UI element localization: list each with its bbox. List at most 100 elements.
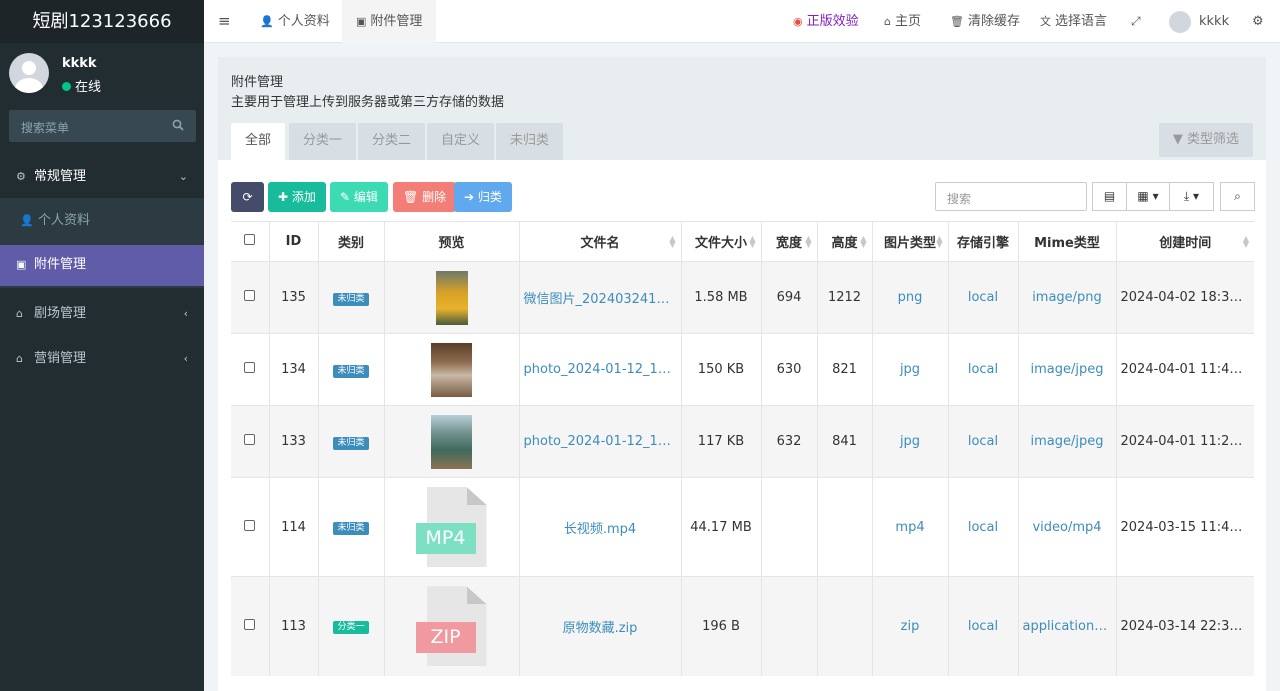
tab-attachments[interactable]: ▣ 附件管理 [342, 0, 437, 43]
home-icon: ⌂ [16, 307, 23, 320]
preview-thumbnail[interactable] [435, 270, 468, 325]
sort-icon: ▲ ▼ [1242, 234, 1249, 249]
edit-button[interactable]: ✎ 编辑 [330, 182, 388, 212]
cell-filename[interactable]: 长视频.mp4 [518, 477, 681, 577]
table-row[interactable]: 135 未归类 微信图片_20240324151020.png1.58 MB6941… [231, 261, 1254, 334]
cell-created: 2024-04-01 11:48:02 [1115, 333, 1254, 406]
cell-mime[interactable]: image/jpeg [1017, 333, 1116, 406]
home-link[interactable]: ⌂ 主页 [884, 0, 921, 43]
table-row[interactable]: 114 未归类 MP4 长视频.mp4 44.17 MB mp4 local video/mp… [231, 477, 1254, 577]
table-row[interactable]: 133 未归类 photo_2024-01-12_15-04-33.jpg117 K… [231, 405, 1254, 478]
table-row[interactable]: 134 未归类 photo_2024-01-12_15-04-35.jpg150 K… [231, 333, 1254, 406]
promo-link[interactable]: ◉ 正版效验 [793, 0, 859, 43]
preview-thumbnail[interactable] [431, 342, 472, 397]
clear-cache-link[interactable]: 🗑 清除缓存 [950, 0, 1020, 43]
tab-uncategorized[interactable]: 未归类 [496, 123, 564, 160]
cell-mime[interactable]: application/zip [1017, 576, 1116, 676]
page-title: 附件管理 [231, 75, 284, 90]
row-checkbox[interactable] [231, 576, 269, 676]
row-checkbox[interactable] [231, 261, 269, 334]
sidebar-item-marketing[interactable]: ⌂ 营销管理 ‹ [0, 339, 204, 379]
row-checkbox[interactable] [231, 477, 269, 577]
chevron-left-icon: ‹ [183, 307, 188, 320]
cell-category: 未归类 [317, 333, 384, 406]
col-header-width[interactable]: 宽度 ▲ ▼ [760, 221, 817, 262]
cell-preview: MP4 [383, 477, 519, 577]
sidebar-item-theater[interactable]: ⌂ 剧场管理 ‹ [0, 294, 204, 334]
home-icon: ⌂ [16, 352, 23, 365]
chevron-down-icon: ⌄ [178, 170, 188, 183]
cell-preview: ZIP [383, 576, 519, 676]
columns-button[interactable]: ▦ ▾ [1126, 182, 1170, 211]
col-header-created[interactable]: 创建时间 ▲ ▼ [1115, 221, 1254, 262]
cell-filename[interactable]: photo_2024-01-12_15-04-35.jpg [518, 333, 681, 406]
cell-category: 未归类 [317, 261, 384, 334]
export-button[interactable]: ⤓ ▾ [1169, 182, 1214, 211]
add-button[interactable]: ✚ 添加 [268, 182, 326, 212]
preview-thumbnail[interactable] [431, 414, 472, 469]
cell-imagetype[interactable]: jpg [871, 405, 948, 478]
cell-mime[interactable]: video/mp4 [1017, 477, 1116, 577]
sidebar-item-general[interactable]: ⚙ 常规管理 ⌄ [0, 157, 204, 197]
cell-imagetype[interactable]: zip [871, 576, 948, 676]
cell-width [760, 576, 817, 676]
toggle-view-button[interactable]: ▤ [1092, 182, 1127, 211]
file-type-icon[interactable]: MP4 [415, 487, 488, 567]
row-checkbox[interactable] [231, 405, 269, 478]
classify-button[interactable]: ➔ 归类 [454, 182, 512, 212]
cell-width: 632 [760, 405, 817, 478]
tab-profile[interactable]: 👤 个人资料 [248, 0, 342, 43]
plus-icon: ✚ [278, 190, 289, 204]
col-header-category: 类别 [317, 221, 384, 262]
cell-height: 1212 [816, 261, 872, 334]
type-filter-button[interactable]: ▼ 类型筛选 [1158, 123, 1253, 157]
sidebar-item-attachments[interactable]: ▣ 附件管理 [0, 245, 204, 286]
tab-category-2[interactable]: 分类二 [358, 123, 426, 160]
cell-created: 2024-04-02 18:31:39 [1115, 261, 1254, 334]
tab-category-1[interactable]: 分类一 [289, 123, 357, 160]
cell-id: 114 [268, 477, 318, 577]
cell-storage[interactable]: local [947, 477, 1018, 577]
cell-filesize: 196 B [680, 576, 761, 676]
delete-button[interactable]: 🗑 删除 [393, 182, 457, 212]
sidebar-search-input[interactable]: 搜索菜单 [9, 110, 196, 142]
select-all-checkbox[interactable] [231, 221, 269, 262]
table-search-input[interactable]: 搜索 [935, 182, 1087, 211]
cell-storage[interactable]: local [947, 576, 1018, 676]
table-row[interactable]: 113 分类一 ZIP 原物数藏.zip 196 B zip local applicatio… [231, 576, 1254, 676]
search-button[interactable]: ⌕ [1220, 182, 1255, 211]
avatar [9, 53, 49, 93]
sort-icon: ▲ ▼ [749, 234, 756, 249]
settings-icon[interactable]: ⚙ [1252, 0, 1264, 43]
panel-heading: 附件管理 主要用于管理上传到服务器或第三方存储的数据 全部 分类一 分类二 自定… [218, 57, 1266, 160]
row-checkbox[interactable] [231, 333, 269, 406]
language-link[interactable]: 文选择语言 [1040, 0, 1107, 43]
cell-mime[interactable]: image/jpeg [1017, 405, 1116, 478]
menu-toggle-icon[interactable]: ≡ [218, 0, 231, 43]
fullscreen-icon[interactable]: ⤢ [1131, 0, 1141, 43]
cell-imagetype[interactable]: jpg [871, 333, 948, 406]
tab-custom[interactable]: 自定义 [427, 123, 495, 160]
cell-imagetype[interactable]: mp4 [871, 477, 948, 577]
cell-filename[interactable]: 微信图片_20240324151020.png [518, 261, 681, 334]
col-header-filesize[interactable]: 文件大小 ▲ ▼ [680, 221, 761, 262]
cell-imagetype[interactable]: png [871, 261, 948, 334]
col-header-id[interactable]: ID [268, 221, 318, 262]
col-header-height[interactable]: 高度 ▲ ▼ [816, 221, 872, 262]
file-type-icon[interactable]: ZIP [415, 586, 488, 667]
refresh-button[interactable]: ⟳ [231, 182, 264, 212]
cell-storage[interactable]: local [947, 405, 1018, 478]
cell-storage[interactable]: local [947, 333, 1018, 406]
cell-storage[interactable]: local [947, 261, 1018, 334]
cell-filename[interactable]: photo_2024-01-12_15-04-33.jpg [518, 405, 681, 478]
cell-filename[interactable]: 原物数藏.zip [518, 576, 681, 676]
col-header-filename[interactable]: 文件名 ▲ ▼ [518, 221, 681, 262]
user-menu[interactable]: kkkk [1169, 0, 1229, 43]
app-brand[interactable]: 短剧123123666 [0, 0, 204, 43]
tab-all[interactable]: 全部 [231, 123, 286, 160]
sidebar-item-profile[interactable]: 👤 个人资料 [0, 201, 204, 241]
cell-height [816, 576, 872, 676]
col-header-imagetype[interactable]: 图片类型 ▲ ▼ [871, 221, 948, 262]
cell-mime[interactable]: image/png [1017, 261, 1116, 334]
search-icon[interactable] [172, 119, 184, 134]
